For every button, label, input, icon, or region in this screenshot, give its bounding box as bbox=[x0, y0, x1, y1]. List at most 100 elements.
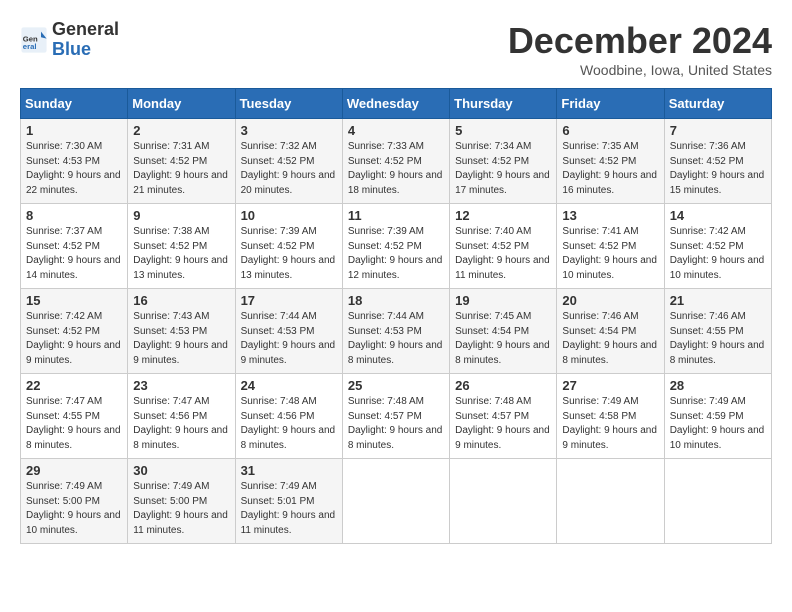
day-number: 3 bbox=[241, 123, 337, 138]
cell-content: Sunrise: 7:38 AMSunset: 4:52 PMDaylight:… bbox=[133, 225, 229, 283]
calendar-cell: 15 Sunrise: 7:42 AMSunset: 4:52 PMDayligh… bbox=[21, 289, 128, 374]
logo-icon: Gen eral bbox=[20, 26, 48, 54]
calendar-cell: 13 Sunrise: 7:41 AMSunset: 4:52 PMDayligh… bbox=[557, 204, 664, 289]
calendar-cell: 12Sunrise: 7:40 AMSunset: 4:52 PMDayligh… bbox=[450, 204, 557, 289]
cell-content: Sunrise: 7:39 AMSunset: 4:52 PMDaylight:… bbox=[348, 225, 444, 283]
cell-content: Sunrise: 7:41 AMSunset: 4:52 PMDaylight:… bbox=[562, 225, 658, 283]
calendar-cell bbox=[450, 459, 557, 544]
cell-content: Sunrise: 7:36 AMSunset: 4:52 PMDaylight:… bbox=[670, 140, 766, 198]
cell-content: Sunrise: 7:46 AMSunset: 4:55 PMDaylight:… bbox=[670, 310, 766, 368]
day-number: 31 bbox=[241, 463, 337, 478]
calendar-cell: 21 Sunrise: 7:46 AMSunset: 4:55 PMDayligh… bbox=[664, 289, 771, 374]
day-number: 4 bbox=[348, 123, 444, 138]
calendar-cell: 9 Sunrise: 7:38 AMSunset: 4:52 PMDaylight… bbox=[128, 204, 235, 289]
cell-content: Sunrise: 7:45 AMSunset: 4:54 PMDaylight:… bbox=[455, 310, 551, 368]
calendar-week-4: 22 Sunrise: 7:47 AMSunset: 4:55 PMDayligh… bbox=[21, 374, 772, 459]
day-number: 13 bbox=[562, 208, 658, 223]
cell-content: Sunrise: 7:49 AMSunset: 5:00 PMDaylight:… bbox=[26, 480, 122, 538]
calendar-cell: 17 Sunrise: 7:44 AMSunset: 4:53 PMDayligh… bbox=[235, 289, 342, 374]
calendar-header: SundayMondayTuesdayWednesdayThursdayFrid… bbox=[21, 89, 772, 119]
day-number: 2 bbox=[133, 123, 229, 138]
day-number: 23 bbox=[133, 378, 229, 393]
weekday-header-thursday: Thursday bbox=[450, 89, 557, 119]
calendar-cell: 20 Sunrise: 7:46 AMSunset: 4:54 PMDayligh… bbox=[557, 289, 664, 374]
day-number: 24 bbox=[241, 378, 337, 393]
day-number: 16 bbox=[133, 293, 229, 308]
cell-content: Sunrise: 7:35 AMSunset: 4:52 PMDaylight:… bbox=[562, 140, 658, 198]
calendar-cell: 31 Sunrise: 7:49 AMSunset: 5:01 PMDayligh… bbox=[235, 459, 342, 544]
calendar-cell: 24 Sunrise: 7:48 AMSunset: 4:56 PMDayligh… bbox=[235, 374, 342, 459]
calendar-week-2: 8Sunrise: 7:37 AMSunset: 4:52 PMDaylight… bbox=[21, 204, 772, 289]
cell-content: Sunrise: 7:42 AMSunset: 4:52 PMDaylight:… bbox=[670, 225, 766, 283]
calendar-cell: 4Sunrise: 7:33 AMSunset: 4:52 PMDaylight… bbox=[342, 119, 449, 204]
calendar-cell bbox=[664, 459, 771, 544]
day-number: 19 bbox=[455, 293, 551, 308]
day-number: 14 bbox=[670, 208, 766, 223]
calendar-cell: 11 Sunrise: 7:39 AMSunset: 4:52 PMDayligh… bbox=[342, 204, 449, 289]
day-number: 28 bbox=[670, 378, 766, 393]
calendar-cell: 10 Sunrise: 7:39 AMSunset: 4:52 PMDayligh… bbox=[235, 204, 342, 289]
calendar-cell: 16 Sunrise: 7:43 AMSunset: 4:53 PMDayligh… bbox=[128, 289, 235, 374]
location: Woodbine, Iowa, United States bbox=[508, 62, 772, 78]
cell-content: Sunrise: 7:34 AMSunset: 4:52 PMDaylight:… bbox=[455, 140, 551, 198]
month-title: December 2024 bbox=[508, 20, 772, 62]
cell-content: Sunrise: 7:49 AMSunset: 4:59 PMDaylight:… bbox=[670, 395, 766, 453]
cell-content: Sunrise: 7:46 AMSunset: 4:54 PMDaylight:… bbox=[562, 310, 658, 368]
cell-content: Sunrise: 7:44 AMSunset: 4:53 PMDaylight:… bbox=[241, 310, 337, 368]
day-number: 22 bbox=[26, 378, 122, 393]
logo-blue-text: Blue bbox=[52, 39, 91, 59]
day-number: 17 bbox=[241, 293, 337, 308]
weekday-header-sunday: Sunday bbox=[21, 89, 128, 119]
calendar-cell: 26Sunrise: 7:48 AMSunset: 4:57 PMDayligh… bbox=[450, 374, 557, 459]
cell-content: Sunrise: 7:42 AMSunset: 4:52 PMDaylight:… bbox=[26, 310, 122, 368]
cell-content: Sunrise: 7:49 AMSunset: 5:01 PMDaylight:… bbox=[241, 480, 337, 538]
cell-content: Sunrise: 7:40 AMSunset: 4:52 PMDaylight:… bbox=[455, 225, 551, 283]
calendar-cell: 23Sunrise: 7:47 AMSunset: 4:56 PMDayligh… bbox=[128, 374, 235, 459]
cell-content: Sunrise: 7:49 AMSunset: 5:00 PMDaylight:… bbox=[133, 480, 229, 538]
calendar-cell: 22 Sunrise: 7:47 AMSunset: 4:55 PMDayligh… bbox=[21, 374, 128, 459]
calendar-cell: 29Sunrise: 7:49 AMSunset: 5:00 PMDayligh… bbox=[21, 459, 128, 544]
day-number: 21 bbox=[670, 293, 766, 308]
day-number: 10 bbox=[241, 208, 337, 223]
calendar-cell: 14 Sunrise: 7:42 AMSunset: 4:52 PMDayligh… bbox=[664, 204, 771, 289]
day-number: 9 bbox=[133, 208, 229, 223]
calendar-table: SundayMondayTuesdayWednesdayThursdayFrid… bbox=[20, 88, 772, 544]
cell-content: Sunrise: 7:47 AMSunset: 4:55 PMDaylight:… bbox=[26, 395, 122, 453]
day-number: 20 bbox=[562, 293, 658, 308]
cell-content: Sunrise: 7:31 AMSunset: 4:52 PMDaylight:… bbox=[133, 140, 229, 198]
calendar-cell: 28 Sunrise: 7:49 AMSunset: 4:59 PMDayligh… bbox=[664, 374, 771, 459]
svg-text:eral: eral bbox=[23, 42, 37, 51]
weekday-header-wednesday: Wednesday bbox=[342, 89, 449, 119]
calendar-week-1: 1Sunrise: 7:30 AMSunset: 4:53 PMDaylight… bbox=[21, 119, 772, 204]
calendar-week-3: 15 Sunrise: 7:42 AMSunset: 4:52 PMDayligh… bbox=[21, 289, 772, 374]
day-number: 15 bbox=[26, 293, 122, 308]
day-number: 25 bbox=[348, 378, 444, 393]
calendar-cell: 19 Sunrise: 7:45 AMSunset: 4:54 PMDayligh… bbox=[450, 289, 557, 374]
weekday-header-saturday: Saturday bbox=[664, 89, 771, 119]
calendar-cell: 18Sunrise: 7:44 AMSunset: 4:53 PMDayligh… bbox=[342, 289, 449, 374]
cell-content: Sunrise: 7:30 AMSunset: 4:53 PMDaylight:… bbox=[26, 140, 122, 198]
weekday-row: SundayMondayTuesdayWednesdayThursdayFrid… bbox=[21, 89, 772, 119]
day-number: 6 bbox=[562, 123, 658, 138]
day-number: 26 bbox=[455, 378, 551, 393]
cell-content: Sunrise: 7:43 AMSunset: 4:53 PMDaylight:… bbox=[133, 310, 229, 368]
weekday-header-monday: Monday bbox=[128, 89, 235, 119]
logo: Gen eral General Blue bbox=[20, 20, 119, 60]
day-number: 30 bbox=[133, 463, 229, 478]
title-block: December 2024 Woodbine, Iowa, United Sta… bbox=[508, 20, 772, 78]
calendar-body: 1Sunrise: 7:30 AMSunset: 4:53 PMDaylight… bbox=[21, 119, 772, 544]
calendar-week-5: 29Sunrise: 7:49 AMSunset: 5:00 PMDayligh… bbox=[21, 459, 772, 544]
cell-content: Sunrise: 7:37 AMSunset: 4:52 PMDaylight:… bbox=[26, 225, 122, 283]
cell-content: Sunrise: 7:48 AMSunset: 4:57 PMDaylight:… bbox=[348, 395, 444, 453]
logo-general-text: General bbox=[52, 19, 119, 39]
calendar-cell: 30 Sunrise: 7:49 AMSunset: 5:00 PMDayligh… bbox=[128, 459, 235, 544]
weekday-header-tuesday: Tuesday bbox=[235, 89, 342, 119]
calendar-cell: 8Sunrise: 7:37 AMSunset: 4:52 PMDaylight… bbox=[21, 204, 128, 289]
calendar-cell: 3Sunrise: 7:32 AMSunset: 4:52 PMDaylight… bbox=[235, 119, 342, 204]
cell-content: Sunrise: 7:48 AMSunset: 4:56 PMDaylight:… bbox=[241, 395, 337, 453]
calendar-cell: 1Sunrise: 7:30 AMSunset: 4:53 PMDaylight… bbox=[21, 119, 128, 204]
calendar-cell: 5Sunrise: 7:34 AMSunset: 4:52 PMDaylight… bbox=[450, 119, 557, 204]
cell-content: Sunrise: 7:39 AMSunset: 4:52 PMDaylight:… bbox=[241, 225, 337, 283]
calendar-cell: 6 Sunrise: 7:35 AMSunset: 4:52 PMDaylight… bbox=[557, 119, 664, 204]
day-number: 11 bbox=[348, 208, 444, 223]
